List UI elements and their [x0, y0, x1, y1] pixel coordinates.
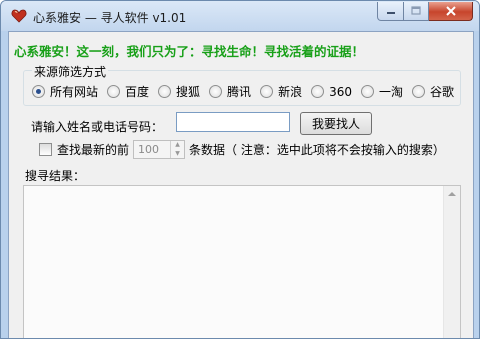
window-title: 心系雅安 — 寻人软件 v1.01: [33, 11, 187, 25]
latest-records-row: 查找最新的前 100 ▲ ▼ 条数据（ 注意：选中此项将不会按输入的搜索）: [39, 140, 445, 159]
latest-records-checkbox[interactable]: [39, 143, 52, 156]
slogan-text: 心系雅安！这一刻，我们只为了：寻找生命！寻找活着的证据！: [14, 44, 365, 59]
radio-label: 所有网站: [50, 85, 99, 99]
heart-icon: [11, 9, 27, 23]
window-controls: [377, 2, 473, 21]
latest-prefix-label: 查找最新的前: [57, 143, 130, 157]
record-count-value[interactable]: 100: [138, 143, 159, 156]
radio-sohu[interactable]: 搜狐: [158, 83, 200, 100]
radio-button[interactable]: [360, 85, 374, 98]
minimize-icon: [386, 12, 395, 14]
radio-sina[interactable]: 新浪: [260, 83, 302, 100]
results-label: 搜寻结果：: [25, 169, 86, 183]
client-area: 心系雅安！这一刻，我们只为了：寻找生命！寻找活着的证据！ 来源筛选方式 所有网站…: [8, 31, 474, 338]
radio-etao[interactable]: 一淘: [360, 83, 403, 100]
radio-google[interactable]: 谷歌: [412, 83, 454, 100]
close-button[interactable]: [429, 2, 473, 21]
radio-button[interactable]: [311, 85, 325, 98]
radio-360[interactable]: 360: [311, 83, 352, 100]
maximize-button[interactable]: [404, 2, 429, 21]
radio-button[interactable]: [412, 85, 425, 98]
title-bar: 心系雅安 — 寻人软件 v1.01: [1, 1, 479, 31]
radio-button[interactable]: [158, 85, 172, 98]
stepper-down-icon[interactable]: ▼: [171, 150, 184, 159]
close-icon: [445, 6, 456, 16]
radio-button[interactable]: [107, 85, 121, 98]
results-list[interactable]: [23, 185, 461, 338]
source-options: 所有网站 百度 搜狐 腾讯 新浪 360 一淘 谷歌: [32, 83, 463, 100]
radio-all-sites[interactable]: 所有网站: [32, 83, 98, 100]
radio-label: 一淘: [378, 85, 403, 99]
radio-baidu[interactable]: 百度: [107, 83, 149, 100]
find-person-button[interactable]: 我要找人: [300, 112, 372, 135]
minimize-button[interactable]: [377, 2, 404, 21]
radio-button[interactable]: [32, 85, 45, 98]
results-scrollbar[interactable]: [443, 186, 460, 338]
radio-label: 新浪: [278, 85, 303, 99]
radio-button[interactable]: [260, 85, 274, 98]
source-filter-group: 来源筛选方式 所有网站 百度 搜狐 腾讯 新浪 360 一淘 谷歌: [23, 63, 463, 106]
name-phone-label: 请输入姓名或电话号码：: [31, 120, 164, 134]
radio-label: 搜狐: [176, 85, 201, 99]
app-window: 心系雅安 — 寻人软件 v1.01 心系雅安！这一刻，我们只为了：寻找生命！寻找…: [0, 0, 480, 339]
source-filter-legend: 来源筛选方式: [32, 63, 109, 80]
stepper-up-icon[interactable]: ▲: [171, 141, 184, 150]
latest-suffix-label: 条数据（ 注意：选中此项将不会按输入的搜索）: [189, 143, 445, 157]
radio-button[interactable]: [209, 85, 223, 98]
stepper-buttons: ▲ ▼: [170, 141, 184, 158]
radio-label: 360: [329, 84, 352, 99]
radio-label: 腾讯: [227, 85, 252, 99]
name-phone-input[interactable]: [176, 112, 290, 132]
radio-label: 百度: [125, 85, 150, 99]
radio-label: 谷歌: [430, 85, 455, 99]
record-count-stepper[interactable]: 100 ▲ ▼: [133, 140, 186, 159]
maximize-icon: [411, 6, 421, 15]
scroll-up-icon[interactable]: [448, 192, 456, 196]
radio-tencent[interactable]: 腾讯: [209, 83, 251, 100]
